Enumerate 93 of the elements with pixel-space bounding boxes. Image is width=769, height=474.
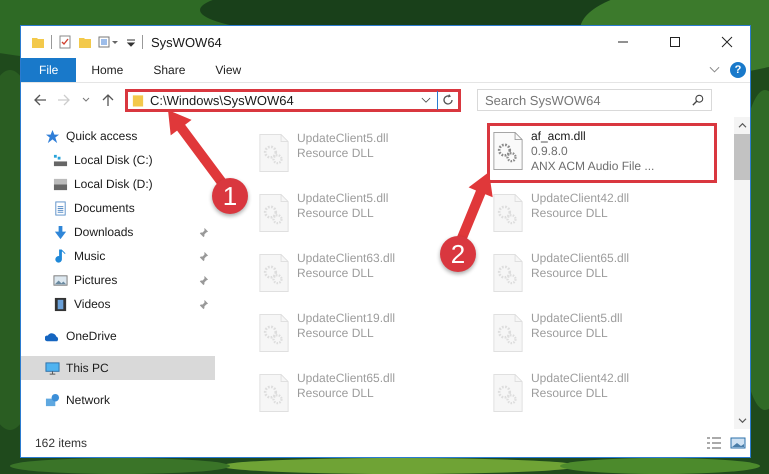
nav-item[interactable]: Videos [21,292,215,316]
file-detail: Resource DLL [297,206,375,220]
nav-label: Quick access [66,129,138,143]
scroll-up-icon[interactable] [738,122,746,129]
file-name: UpdateClient42.dll [531,371,630,385]
window-title: SysWOW64 [151,34,222,50]
file-gear-icon [259,253,289,293]
ribbon-tab[interactable]: View [200,58,256,82]
nav-label: Network [66,393,110,407]
file-item[interactable]: af_acm.dll 0.9.8.0 ANX ACM Audio File ... [487,123,717,183]
pin-icon[interactable] [198,274,209,286]
back-icon[interactable] [33,93,47,107]
file-gear-icon [493,131,523,171]
nav-label: OneDrive [66,329,117,343]
file-name: UpdateClient65.dll [297,371,396,385]
pin-icon[interactable] [198,226,209,238]
file-gear-icon [259,313,289,353]
details-view-icon[interactable] [706,436,722,450]
file-detail: Resource DLL [531,326,609,340]
nav-item[interactable]: Downloads [21,220,215,244]
video-icon [53,296,68,312]
file-name: UpdateClient42.dll [531,191,630,205]
nav-item[interactable]: Local Disk (D:) [21,172,215,196]
address-field[interactable]: C:\Windows\SysWOW64 [125,88,461,112]
nav-label: Downloads [74,225,134,239]
scroll-thumb[interactable] [734,134,750,180]
nav-item[interactable]: Music [21,244,215,268]
file-detail: ANX ACM Audio File ... [531,159,654,173]
ribbon-tab[interactable]: Home [76,58,138,82]
file-detail: Resource DLL [531,266,609,280]
chevron-icon[interactable] [709,66,720,74]
pin-icon[interactable] [198,250,209,262]
document-icon [53,200,68,216]
nav-label: Documents [74,201,135,215]
file-name: UpdateClient5.dll [531,311,622,325]
nav-item[interactable]: Documents [21,196,215,220]
drive-icon [53,176,68,192]
file-name: UpdateClient5.dll [297,131,388,145]
file-name: UpdateClient63.dll [297,251,396,265]
nav-label: Music [74,249,106,263]
system-drive-icon [53,152,68,168]
help-button[interactable]: ? [730,62,746,78]
dropdown-icon[interactable] [421,96,431,104]
file-detail: Resource DLL [297,146,375,160]
address-path: C:\Windows\SysWOW64 [150,92,294,108]
folder-icon [132,92,144,108]
star-icon [45,128,60,144]
file-name: UpdateClient19.dll [297,311,396,325]
file-detail: Resource DLL [297,326,375,340]
nav-item[interactable]: OneDrive [21,324,215,348]
maximize-icon [669,36,681,48]
computer-icon [45,360,60,376]
file-detail: Resource DLL [297,266,375,280]
nav-item[interactable]: Pictures [21,268,215,292]
music-icon [53,248,68,264]
nav-label: Local Disk (D:) [74,177,153,191]
close-icon [721,36,733,48]
file-detail: Resource DLL [531,386,609,400]
search-field[interactable]: Search SysWOW64 [477,89,712,111]
file-gear-icon [493,373,523,413]
up-icon[interactable] [101,93,115,107]
nav-label: Pictures [74,273,118,287]
nav-label: Local Disk (C:) [74,153,153,167]
nav-item[interactable]: This PC [21,356,215,380]
network-icon [45,392,60,408]
nav-item[interactable]: Quick access [21,124,215,148]
picture-icon [53,272,68,288]
file-gear-icon [493,313,523,353]
file-name: af_acm.dll [531,129,587,143]
ribbon-tab[interactable]: Share [138,58,200,82]
nav-item[interactable]: Network [21,388,215,412]
refresh-icon[interactable] [441,93,455,107]
file-gear-icon [493,193,523,233]
file-detail: Resource DLL [297,386,375,400]
large-icons-view-icon[interactable] [730,436,746,450]
properties-icon[interactable] [98,35,120,49]
search-icon [692,94,704,106]
pin-icon[interactable] [198,298,209,310]
file-gear-icon [259,193,289,233]
download-icon [53,224,68,240]
file-gear-icon [493,253,523,293]
file-name: UpdateClient65.dll [531,251,630,265]
file-detail: 0.9.8.0 [531,144,569,158]
scroll-down-icon[interactable] [738,417,746,424]
file-gear-icon [259,133,289,173]
checklist-icon[interactable] [58,35,72,49]
item-count: 162 items [35,436,88,450]
nav-label: Videos [74,297,110,311]
scrollbar[interactable] [734,117,750,429]
file-detail: Resource DLL [531,206,609,220]
nav-label: This PC [66,361,109,375]
file-name: UpdateClient5.dll [297,191,388,205]
file-gear-icon [259,373,289,413]
